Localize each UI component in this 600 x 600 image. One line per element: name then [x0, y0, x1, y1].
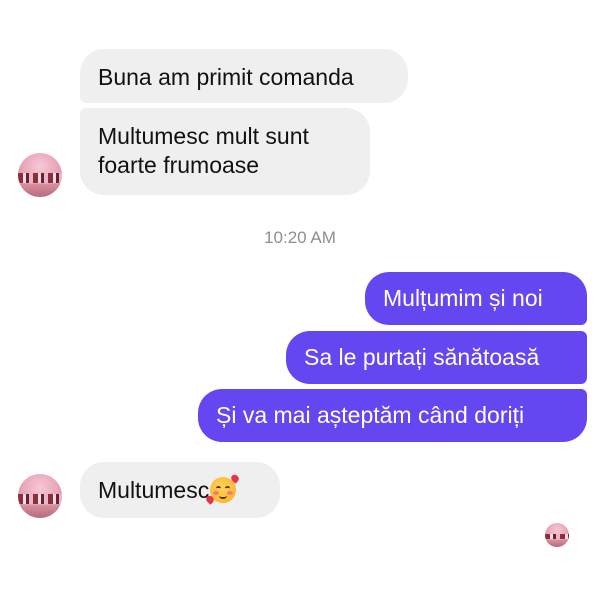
message-text: Mulțumim și noi: [383, 285, 543, 311]
message-bubble-incoming[interactable]: Multumesc: [80, 462, 280, 518]
message-text: Și va mai așteptăm când doriți: [216, 402, 525, 428]
message-text: Buna am primit comanda: [98, 64, 354, 90]
message-timestamp: 10:20 AM: [264, 228, 336, 247]
contact-avatar[interactable]: [18, 153, 62, 197]
message-bubble-incoming[interactable]: Buna am primit comanda: [80, 49, 408, 103]
message-bubble-outgoing[interactable]: Mulțumim și noi: [365, 272, 587, 325]
message-bubble-outgoing[interactable]: Sa le purtați sănătoasă: [286, 331, 587, 384]
message-bubble-outgoing[interactable]: Și va mai așteptăm când doriți: [198, 389, 587, 442]
read-receipt-avatar: [545, 523, 569, 547]
smiling-face-with-hearts-icon: [210, 477, 237, 503]
message-text: Multumesc mult sunt: [98, 123, 309, 149]
message-text: Multumesc: [98, 477, 210, 503]
message-text: foarte frumoase: [98, 152, 260, 178]
avatar-image: [18, 494, 62, 504]
contact-avatar[interactable]: [18, 474, 62, 518]
message-bubble-incoming[interactable]: Multumesc mult sunt foarte frumoase: [80, 108, 370, 195]
message-text: Sa le purtați sănătoasă: [304, 344, 540, 370]
avatar-image: [18, 173, 62, 183]
